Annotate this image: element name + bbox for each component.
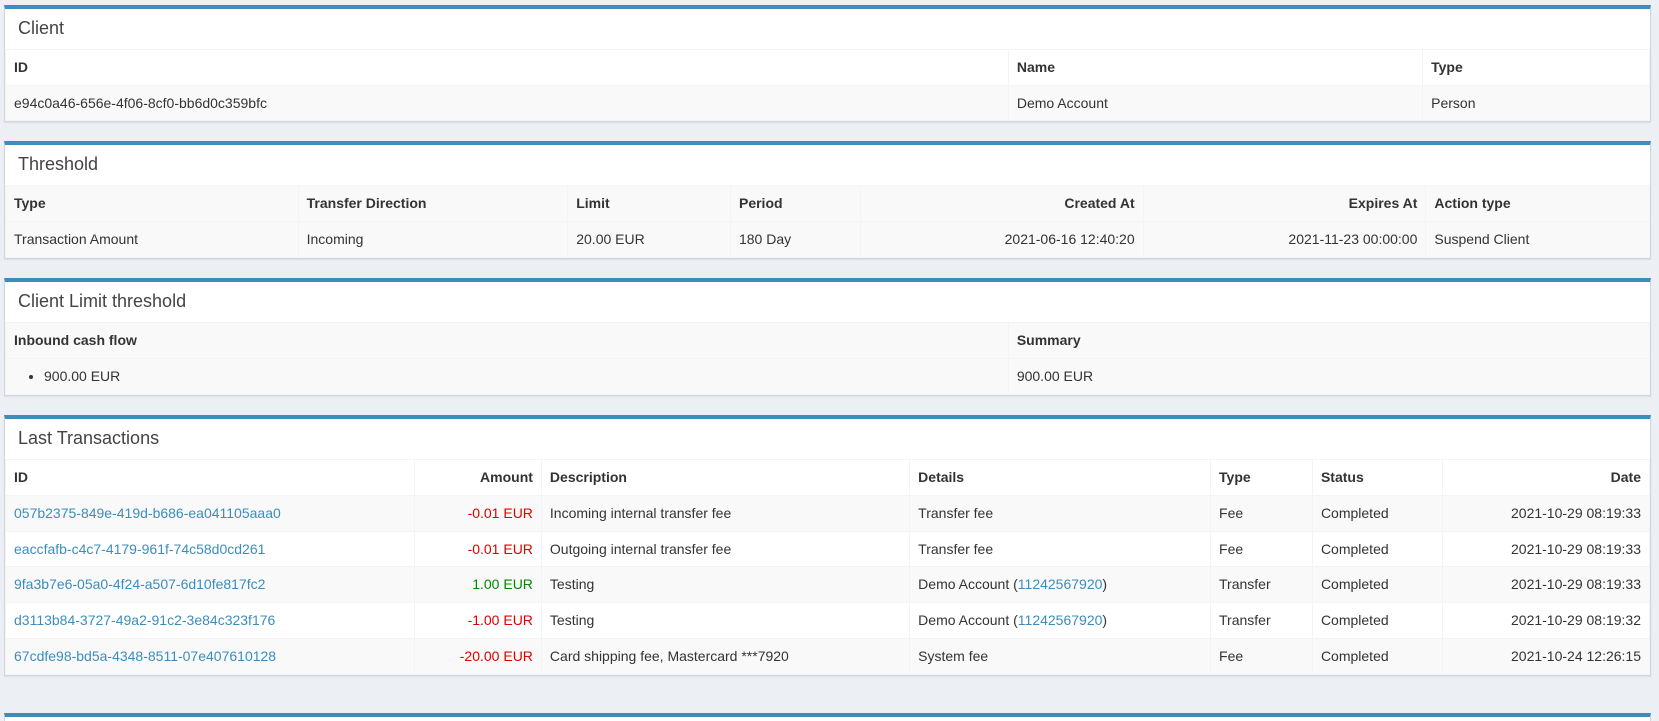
client-table-header-row: ID Name Type <box>6 49 1650 85</box>
transaction-status: Completed <box>1312 639 1442 675</box>
transaction-date: 2021-10-29 08:19:32 <box>1442 603 1649 639</box>
threshold-col-created-at: Created At <box>860 186 1143 222</box>
transaction-details: Transfer fee <box>910 531 1211 567</box>
client-limit-col-inbound: Inbound cash flow <box>6 322 1009 358</box>
transaction-date: 2021-10-29 08:19:33 <box>1442 495 1649 531</box>
transaction-row: eaccfafb-c4c7-4179-961f-74c58d0cd261 -0.… <box>6 531 1650 567</box>
client-card: Client ID Name Type e94c0a46-656e-4f06-8… <box>4 5 1651 122</box>
transactions-col-status: Status <box>1312 459 1442 495</box>
client-table-row: e94c0a46-656e-4f06-8cf0-bb6d0c359bfc Dem… <box>6 85 1650 121</box>
transactions-col-id: ID <box>6 459 415 495</box>
client-limit-row: 900.00 EUR 900.00 EUR <box>6 358 1650 395</box>
client-col-type: Type <box>1423 49 1650 85</box>
client-id-value: e94c0a46-656e-4f06-8cf0-bb6d0c359bfc <box>6 85 1009 121</box>
client-name-value: Demo Account <box>1008 85 1422 121</box>
transactions-col-description: Description <box>541 459 909 495</box>
inbound-cash-flow-item: 900.00 EUR <box>44 367 1000 387</box>
transaction-details: Demo Account (11242567920) <box>910 603 1211 639</box>
threshold-col-type: Type <box>6 186 299 222</box>
threshold-table: Type Transfer Direction Limit Period Cre… <box>5 185 1650 258</box>
threshold-created-at-value: 2021-06-16 12:40:20 <box>860 222 1143 258</box>
client-type-value: Person <box>1423 85 1650 121</box>
transactions-col-date: Date <box>1442 459 1649 495</box>
transaction-type: Transfer <box>1211 603 1313 639</box>
transaction-date: 2021-10-24 12:26:15 <box>1442 639 1649 675</box>
transaction-id-link[interactable]: 9fa3b7e6-05a0-4f24-a507-6d10fe817fc2 <box>14 576 265 592</box>
threshold-action-type-value: Suspend Client <box>1426 222 1650 258</box>
transaction-type: Transfer <box>1211 567 1313 603</box>
transaction-amount: -0.01 EUR <box>468 541 533 557</box>
threshold-limit-value: 20.00 EUR <box>568 222 731 258</box>
threshold-col-limit: Limit <box>568 186 731 222</box>
threshold-col-transfer-direction: Transfer Direction <box>298 186 568 222</box>
transaction-row: 057b2375-849e-419d-b686-ea041105aaa0 -0.… <box>6 495 1650 531</box>
client-limit-summary-value: 900.00 EUR <box>1008 358 1649 395</box>
transaction-status: Completed <box>1312 495 1442 531</box>
transaction-amount: -20.00 EUR <box>460 648 533 664</box>
transaction-id-link[interactable]: 67cdfe98-bd5a-4348-8511-07e407610128 <box>14 648 276 664</box>
client-limit-col-summary: Summary <box>1008 322 1649 358</box>
client-limit-header-row: Inbound cash flow Summary <box>6 322 1650 358</box>
transaction-type: Fee <box>1211 495 1313 531</box>
threshold-expires-at-value: 2021-11-23 00:00:00 <box>1143 222 1426 258</box>
transaction-type: Fee <box>1211 639 1313 675</box>
transaction-details: Demo Account (11242567920) <box>910 567 1211 603</box>
transaction-row: 67cdfe98-bd5a-4348-8511-07e407610128 -20… <box>6 639 1650 675</box>
threshold-card: Threshold Type Transfer Direction Limit … <box>4 141 1651 258</box>
transaction-details: Transfer fee <box>910 495 1211 531</box>
transaction-status: Completed <box>1312 567 1442 603</box>
threshold-transfer-direction-value: Incoming <box>298 222 568 258</box>
threshold-period-value: 180 Day <box>730 222 860 258</box>
transaction-description: Testing <box>541 603 909 639</box>
client-col-name: Name <box>1008 49 1422 85</box>
client-card-title: Client <box>5 9 1650 49</box>
last-transactions-card: Last Transactions ID Amount Description … <box>4 415 1651 676</box>
threshold-col-expires-at: Expires At <box>1143 186 1426 222</box>
transaction-id-link[interactable]: eaccfafb-c4c7-4179-961f-74c58d0cd261 <box>14 541 265 557</box>
transactions-col-type: Type <box>1211 459 1313 495</box>
transaction-description: Incoming internal transfer fee <box>541 495 909 531</box>
threshold-col-period: Period <box>730 186 860 222</box>
client-limit-card: Client Limit threshold Inbound cash flow… <box>4 278 1651 396</box>
transaction-amount: -1.00 EUR <box>468 612 533 628</box>
transaction-date: 2021-10-29 08:19:33 <box>1442 567 1649 603</box>
transaction-amount: 1.00 EUR <box>472 576 533 592</box>
transaction-status: Completed <box>1312 603 1442 639</box>
transaction-description: Card shipping fee, Mastercard ***7920 <box>541 639 909 675</box>
client-limit-inbound-cell: 900.00 EUR <box>6 358 1009 395</box>
transaction-id-link[interactable]: 057b2375-849e-419d-b686-ea041105aaa0 <box>14 505 281 521</box>
next-card-top-border <box>4 713 1651 721</box>
client-table: ID Name Type e94c0a46-656e-4f06-8cf0-bb6… <box>5 49 1650 122</box>
content-area: Client ID Name Type e94c0a46-656e-4f06-8… <box>0 0 1659 721</box>
transactions-col-amount: Amount <box>415 459 542 495</box>
transaction-date: 2021-10-29 08:19:33 <box>1442 531 1649 567</box>
inbound-cash-flow-list: 900.00 EUR <box>14 367 1000 387</box>
transaction-id-link[interactable]: d3113b84-3727-49a2-91c2-3e84c323f176 <box>14 612 275 628</box>
transactions-col-details: Details <box>910 459 1211 495</box>
transaction-row: d3113b84-3727-49a2-91c2-3e84c323f176 -1.… <box>6 603 1650 639</box>
transaction-description: Testing <box>541 567 909 603</box>
last-transactions-card-title: Last Transactions <box>5 419 1650 459</box>
client-limit-card-title: Client Limit threshold <box>5 282 1650 322</box>
transaction-type: Fee <box>1211 531 1313 567</box>
threshold-type-value: Transaction Amount <box>6 222 299 258</box>
transaction-amount: -0.01 EUR <box>468 505 533 521</box>
transaction-row: 9fa3b7e6-05a0-4f24-a507-6d10fe817fc2 1.0… <box>6 567 1650 603</box>
threshold-card-title: Threshold <box>5 145 1650 185</box>
transactions-header-row: ID Amount Description Details Type Statu… <box>6 459 1650 495</box>
client-col-id: ID <box>6 49 1009 85</box>
account-link[interactable]: 11242567920 <box>1018 576 1103 592</box>
transactions-table: ID Amount Description Details Type Statu… <box>5 459 1650 675</box>
client-limit-table: Inbound cash flow Summary 900.00 EUR 900… <box>5 322 1650 395</box>
transaction-description: Outgoing internal transfer fee <box>541 531 909 567</box>
transaction-status: Completed <box>1312 531 1442 567</box>
threshold-table-header-row: Type Transfer Direction Limit Period Cre… <box>6 186 1650 222</box>
transaction-details: System fee <box>910 639 1211 675</box>
threshold-table-row: Transaction Amount Incoming 20.00 EUR 18… <box>6 222 1650 258</box>
account-link[interactable]: 11242567920 <box>1018 612 1103 628</box>
threshold-col-action-type: Action type <box>1426 186 1650 222</box>
